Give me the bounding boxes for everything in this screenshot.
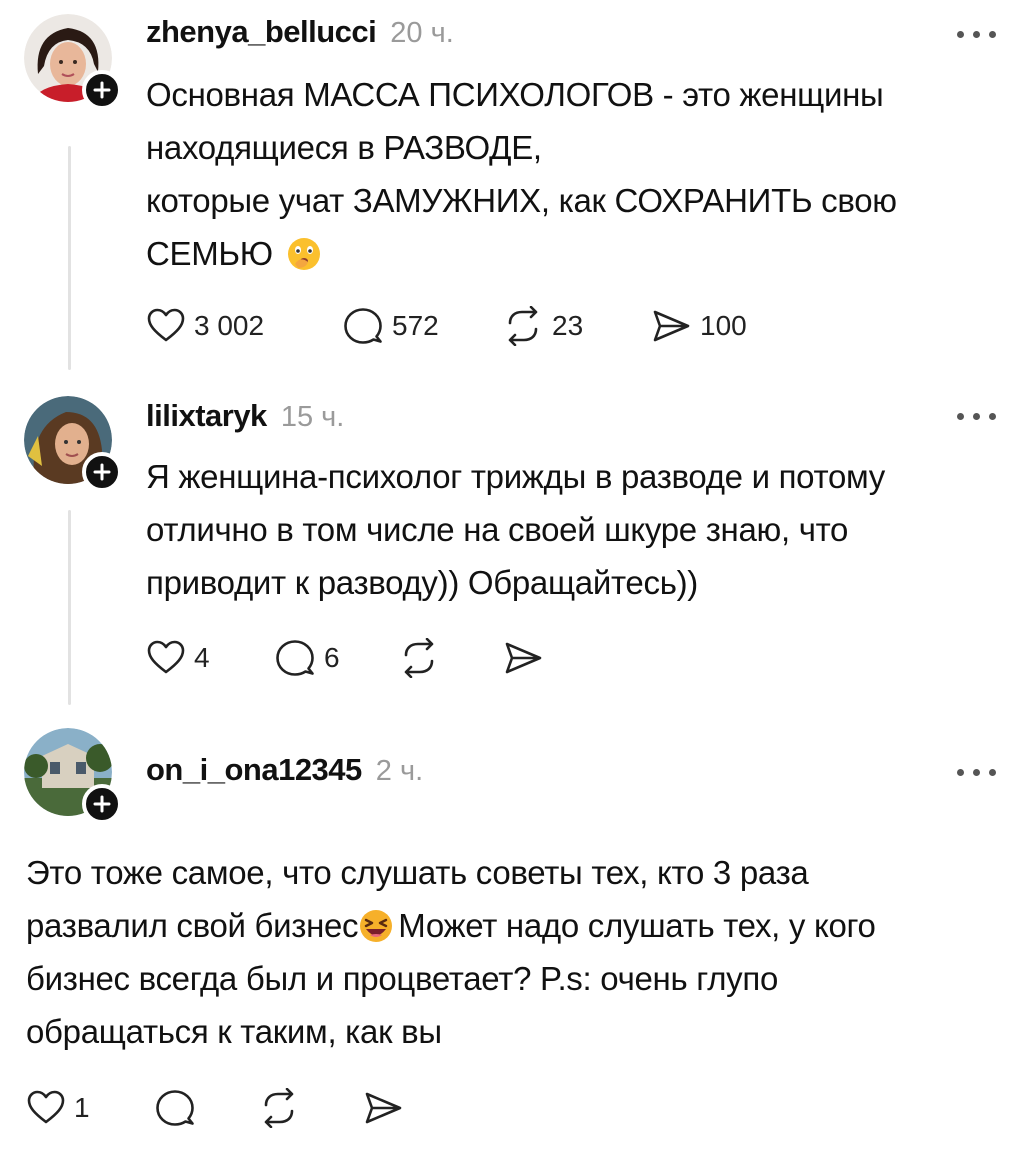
post-1: zhenya_bellucci 20 ч. Основная МАССА ПСИ… bbox=[0, 0, 1024, 380]
timestamp: 2 ч. bbox=[375, 755, 424, 787]
shushing-face-emoji bbox=[287, 238, 320, 270]
repost-button[interactable] bbox=[398, 638, 502, 678]
like-button[interactable]: 1 bbox=[26, 1088, 154, 1128]
avatar-2[interactable] bbox=[24, 396, 122, 492]
post-3: on_i_ona12345 2 ч. Это тоже самое, что с… bbox=[0, 710, 1024, 1157]
comment-bubble-icon bbox=[276, 640, 314, 676]
follow-button[interactable] bbox=[82, 784, 122, 824]
avatar-3[interactable] bbox=[24, 728, 122, 824]
like-button[interactable]: 4 bbox=[146, 638, 274, 678]
post-header: on_i_ona12345 2 ч. bbox=[146, 752, 423, 788]
comment-bubble-icon bbox=[156, 1090, 194, 1126]
post-text-line: Это тоже самое, что слушать советы тех, … bbox=[26, 854, 809, 891]
repost-button[interactable] bbox=[258, 1088, 362, 1128]
post-text-line: бизнес всегда был и процветает? P.s: оче… bbox=[26, 960, 778, 997]
post-text-line: обращаться к таким, как вы bbox=[26, 1013, 442, 1050]
comment-count: 572 bbox=[392, 310, 439, 341]
follow-button[interactable] bbox=[82, 70, 122, 110]
action-bar: 1 bbox=[26, 1088, 412, 1128]
post-text-line: Я женщина-психолог трижды в разводе и по… bbox=[146, 458, 885, 495]
like-count: 3 002 bbox=[194, 310, 265, 341]
follow-button[interactable] bbox=[82, 452, 122, 492]
post-header: lilixtaryk 15 ч. bbox=[146, 398, 344, 434]
thread-line bbox=[68, 146, 71, 370]
post-text: Основная МАССА ПСИХОЛОГОВ - это женщины … bbox=[146, 68, 897, 280]
comment-button[interactable]: 6 bbox=[274, 638, 398, 678]
thread-line bbox=[68, 510, 71, 705]
comment-button[interactable] bbox=[154, 1088, 258, 1128]
action-bar: 3 002 572 23 100 bbox=[146, 306, 747, 346]
heart-icon bbox=[147, 640, 185, 674]
repost-icon bbox=[508, 306, 538, 346]
post-text-line: Может надо слушать тех, у кого bbox=[398, 907, 876, 944]
more-dots-icon[interactable] bbox=[946, 762, 996, 782]
comment-count: 6 bbox=[324, 642, 340, 673]
plus-icon bbox=[93, 81, 111, 99]
repost-count: 23 bbox=[552, 310, 584, 341]
more-dots-icon[interactable] bbox=[946, 406, 996, 426]
username[interactable]: on_i_ona12345 bbox=[146, 752, 362, 788]
send-icon bbox=[365, 1092, 402, 1124]
post-text-line: СЕМЬЮ bbox=[146, 235, 273, 272]
action-bar: 4 6 bbox=[146, 638, 552, 678]
repost-icon bbox=[264, 1088, 294, 1128]
comment-bubble-icon bbox=[344, 308, 382, 344]
post-text-line: приводит к разводу)) Обращайтесь)) bbox=[146, 564, 698, 601]
heart-icon bbox=[147, 308, 185, 342]
username[interactable]: zhenya_bellucci bbox=[146, 14, 377, 50]
repost-button[interactable]: 23 bbox=[502, 306, 650, 346]
post-text-line: развалил свой бизнес bbox=[26, 907, 359, 944]
post-text: Я женщина-психолог трижды в разводе и по… bbox=[146, 450, 885, 609]
plus-icon bbox=[93, 795, 111, 813]
repost-icon bbox=[404, 638, 434, 678]
post-2: lilixtaryk 15 ч. Я женщина-психолог триж… bbox=[0, 380, 1024, 710]
like-count: 4 bbox=[194, 642, 210, 673]
send-icon bbox=[505, 642, 542, 674]
laughing-face-emoji bbox=[360, 910, 393, 942]
more-dots-icon[interactable] bbox=[946, 24, 996, 44]
timestamp: 15 ч. bbox=[280, 401, 345, 433]
like-count: 1 bbox=[74, 1092, 90, 1123]
post-text-line: которые учат ЗАМУЖНИХ, как СОХРАНИТЬ сво… bbox=[146, 182, 897, 219]
post-text-line: отлично в том числе на своей шкуре знаю,… bbox=[146, 511, 849, 548]
share-button[interactable] bbox=[362, 1088, 412, 1128]
avatar-1[interactable] bbox=[24, 14, 122, 110]
comment-button[interactable]: 572 bbox=[342, 306, 502, 346]
timestamp: 20 ч. bbox=[390, 17, 454, 49]
post-text-line: находящиеся в РАЗВОДЕ, bbox=[146, 129, 542, 166]
post-header: zhenya_bellucci 20 ч. bbox=[146, 14, 454, 50]
share-count: 100 bbox=[700, 310, 747, 341]
share-button[interactable]: 100 bbox=[650, 306, 747, 346]
heart-icon bbox=[27, 1090, 65, 1124]
like-button[interactable]: 3 002 bbox=[146, 306, 342, 346]
plus-icon bbox=[93, 463, 111, 481]
username[interactable]: lilixtaryk bbox=[146, 398, 267, 434]
post-text: Это тоже самое, что слушать советы тех, … bbox=[26, 846, 876, 1058]
share-button[interactable] bbox=[502, 638, 552, 678]
send-icon bbox=[653, 310, 690, 342]
post-text-line: Основная МАССА ПСИХОЛОГОВ - это женщины bbox=[146, 76, 884, 113]
